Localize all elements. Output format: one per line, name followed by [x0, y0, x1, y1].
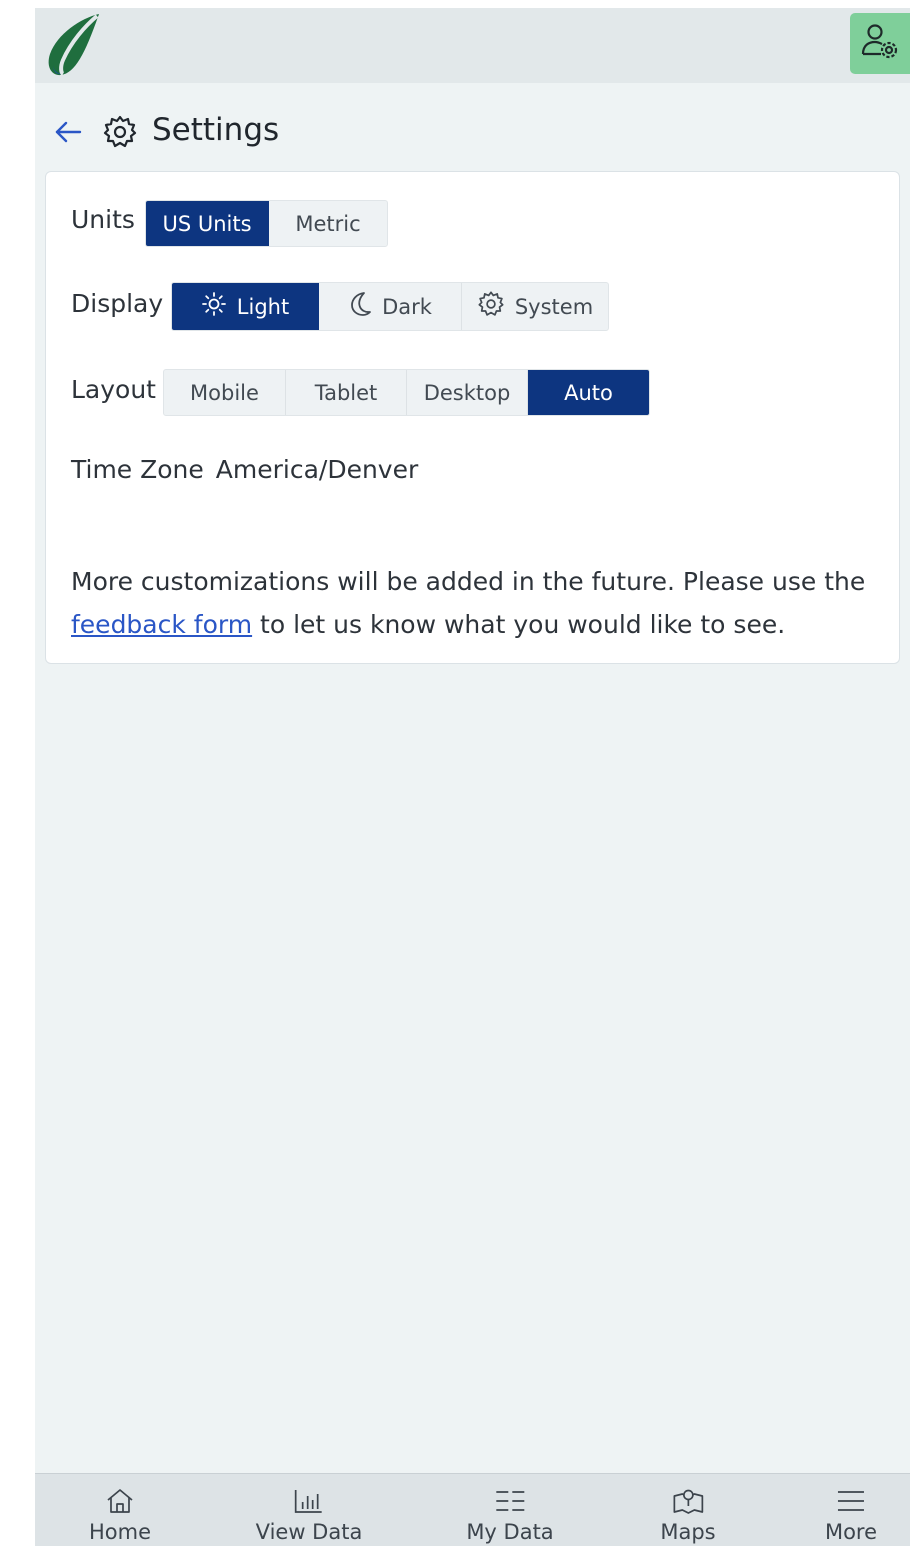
app-root: Settings Units US Units Metric Display L — [35, 8, 910, 1546]
nav-item-more-label: More — [824, 1520, 878, 1544]
home-icon — [105, 1488, 135, 1519]
list-icon — [494, 1488, 526, 1519]
settings-card: Units US Units Metric Display Light Dark… — [45, 171, 900, 664]
feedback-form-link[interactable]: feedback form — [71, 610, 252, 639]
bottom-navigation: Home View Data My Data Maps More — [35, 1473, 910, 1546]
back-arrow-icon[interactable] — [53, 120, 83, 144]
display-option-light-label: Light — [236, 294, 290, 319]
gear-icon — [477, 290, 505, 323]
layout-option-tablet-label: Tablet — [314, 380, 378, 405]
units-option-us-label: US Units — [162, 211, 252, 236]
layout-selector: Mobile Tablet Desktop Auto — [163, 369, 650, 416]
display-option-light[interactable]: Light — [172, 283, 319, 330]
layout-option-tablet[interactable]: Tablet — [286, 370, 407, 415]
nav-item-more[interactable]: More — [825, 1488, 877, 1544]
layout-option-mobile-label: Mobile — [190, 380, 259, 405]
display-label: Display — [71, 289, 164, 318]
map-icon — [671, 1488, 705, 1519]
display-option-dark[interactable]: Dark — [319, 283, 462, 330]
nav-item-view-data-label: View Data — [255, 1520, 363, 1544]
page-header: Settings — [35, 108, 910, 156]
display-option-system-label: System — [514, 294, 594, 319]
nav-item-view-data[interactable]: View Data — [255, 1488, 363, 1544]
units-option-us[interactable]: US Units — [146, 201, 269, 246]
nav-item-maps[interactable]: Maps — [660, 1488, 716, 1544]
display-option-dark-label: Dark — [382, 294, 432, 319]
layout-option-mobile[interactable]: Mobile — [164, 370, 286, 415]
nav-item-home-label: Home — [88, 1520, 152, 1544]
units-option-metric-label: Metric — [295, 211, 361, 236]
page-title: Settings — [152, 112, 280, 148]
timezone-value: America/Denver — [215, 455, 419, 484]
timezone-label: Time Zone — [71, 455, 204, 484]
timezone-row: Time Zone America/Denver — [71, 455, 418, 484]
layout-option-desktop-label: Desktop — [423, 380, 511, 405]
layout-option-desktop[interactable]: Desktop — [407, 370, 528, 415]
leaf-logo[interactable] — [41, 12, 101, 83]
layout-option-auto-label: Auto — [564, 380, 613, 405]
note-text-after: to let us know what you would like to se… — [252, 610, 786, 639]
account-settings-icon — [860, 21, 900, 66]
nav-item-maps-label: Maps — [660, 1520, 716, 1544]
top-bar — [35, 8, 910, 83]
nav-item-home[interactable]: Home — [89, 1488, 151, 1544]
customizations-note: More customizations will be added in the… — [71, 560, 871, 646]
menu-icon — [836, 1488, 866, 1519]
layout-option-auto[interactable]: Auto — [528, 370, 649, 415]
units-label: Units — [71, 205, 135, 234]
display-option-system[interactable]: System — [462, 283, 608, 330]
nav-item-my-data-label: My Data — [466, 1520, 554, 1544]
account-settings-button[interactable] — [850, 13, 910, 74]
note-text-before: More customizations will be added in the… — [71, 567, 866, 596]
units-selector: US Units Metric — [145, 200, 388, 247]
layout-label: Layout — [71, 375, 156, 404]
display-selector: Light Dark System — [171, 282, 609, 331]
moon-icon — [348, 291, 372, 322]
bar-chart-icon — [293, 1488, 325, 1519]
units-option-metric[interactable]: Metric — [269, 201, 387, 246]
gear-icon — [102, 114, 138, 155]
sun-icon — [201, 291, 227, 322]
nav-item-my-data[interactable]: My Data — [466, 1488, 554, 1544]
